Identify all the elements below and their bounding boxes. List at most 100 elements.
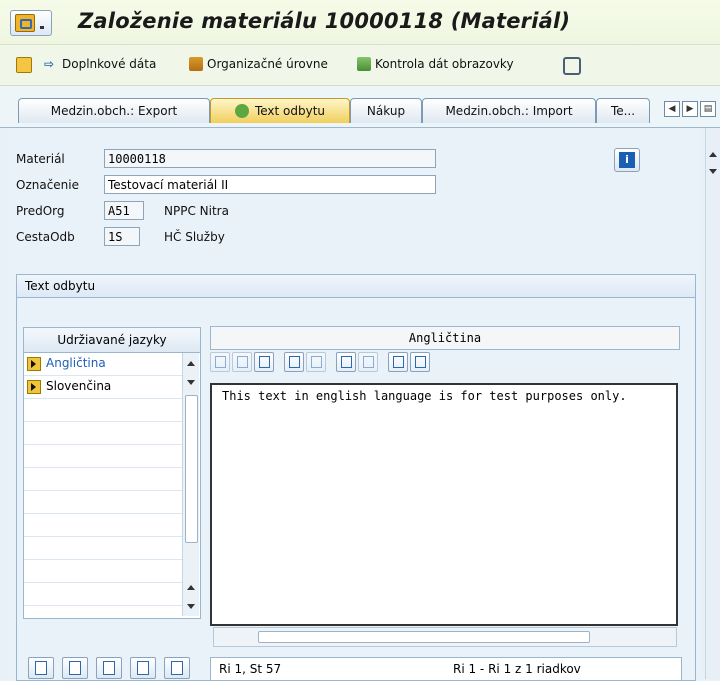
upload-icon	[393, 356, 404, 368]
binoculars-icon	[341, 356, 352, 368]
sap-menu-icon	[15, 14, 35, 32]
tab-scroll-left-icon[interactable]: ◀	[664, 101, 680, 117]
find-next-button[interactable]	[358, 352, 378, 372]
info-button[interactable]: i	[614, 148, 640, 172]
group-title: Text odbytu	[25, 279, 96, 293]
new-text-button[interactable]	[28, 657, 54, 679]
languages-scrollbar[interactable]	[182, 353, 199, 616]
scroll-up-icon[interactable]	[187, 361, 195, 366]
language-name: Slovenčina	[46, 379, 112, 393]
distr-channel-field[interactable]: 1S	[104, 227, 140, 246]
language-row-slovak[interactable]: Slovenčina	[24, 376, 182, 399]
upload-button[interactable]	[388, 352, 408, 372]
page-vertical-scrollbar[interactable]	[705, 128, 720, 679]
row-selector-icon[interactable]	[27, 357, 41, 371]
scroll-down-icon[interactable]	[709, 169, 717, 174]
additional-data-label: Doplnkové dáta	[62, 57, 157, 71]
system-menu-button[interactable]	[10, 10, 52, 36]
tab-purchasing[interactable]: Nákup	[350, 98, 422, 123]
paste-down-icon	[171, 661, 183, 675]
title-bar: Založenie materiálu 10000118 (Materiál)	[0, 0, 720, 45]
scroll-down-icon[interactable]	[187, 604, 195, 609]
edit-text-button[interactable]	[96, 657, 122, 679]
check-ok-icon	[234, 104, 249, 118]
delete-text-button[interactable]	[62, 657, 88, 679]
lock-icon	[563, 57, 581, 75]
designation-field[interactable]: Testovací materiál II	[104, 175, 436, 194]
tab-strip: Medzin.obch.: Export Text odbytu Nákup M…	[0, 86, 720, 128]
editor-status-bar: Ri 1, St 57 Ri 1 - Ri 1 z 1 riadkov	[210, 657, 682, 681]
row-selector-icon[interactable]	[27, 380, 41, 394]
tab-sales-text[interactable]: Text odbytu	[210, 98, 350, 123]
cut-button[interactable]	[210, 352, 230, 372]
tab-export[interactable]: Medzin.obch.: Export	[18, 98, 210, 123]
org-levels-label: Organizačné úrovne	[207, 57, 328, 71]
tab-list-icon[interactable]: ▤	[700, 101, 716, 117]
new-document-icon	[16, 57, 32, 73]
new-page-icon	[35, 661, 47, 675]
paste-text-button[interactable]	[164, 657, 190, 679]
editor-content: This text in english language is for tes…	[222, 389, 627, 403]
sales-org-field[interactable]: A51	[104, 201, 144, 220]
dropdown-dot	[40, 26, 44, 29]
empty-row	[24, 583, 182, 606]
check-screen-data-label: Kontrola dát obrazovky	[375, 57, 514, 71]
text-actions-toolbar	[28, 657, 190, 679]
undo-button[interactable]	[284, 352, 304, 372]
binoculars-next-icon	[363, 356, 374, 368]
copy-icon	[237, 356, 248, 368]
find-button[interactable]	[336, 352, 356, 372]
application-toolbar: ⇨ Doplnkové dáta Organizačné úrovne Kont…	[0, 45, 720, 86]
page-title: Založenie materiálu 10000118 (Materiál)	[78, 9, 571, 33]
scroll-up-icon[interactable]	[187, 585, 195, 590]
line-range: Ri 1 - Ri 1 z 1 riadkov	[453, 662, 581, 676]
language-name: Angličtina	[46, 356, 106, 370]
distr-channel-name: HČ Služby	[164, 230, 225, 244]
empty-row	[24, 468, 182, 491]
designation-label: Označenie	[16, 178, 80, 192]
check-screen-data-button[interactable]: Kontrola dát obrazovky	[357, 57, 514, 71]
tab-import-label: Medzin.obch.: Import	[445, 104, 573, 118]
paste-button[interactable]	[254, 352, 274, 372]
scroll-down-icon[interactable]	[187, 380, 195, 385]
empty-row	[24, 514, 182, 537]
org-levels-button[interactable]: Organizačné úrovne	[189, 57, 328, 71]
scroll-thumb[interactable]	[258, 631, 590, 643]
tab-more[interactable]: Te...	[596, 98, 650, 123]
empty-row	[24, 560, 182, 583]
language-row-english[interactable]: Angličtina	[24, 353, 182, 376]
org-levels-icon	[189, 57, 203, 71]
tab-scroll-right-icon[interactable]: ▶	[682, 101, 698, 117]
scroll-up-icon[interactable]	[709, 152, 717, 157]
trash-icon	[69, 661, 81, 675]
group-header: Text odbytu	[17, 275, 695, 298]
copy-text-button[interactable]	[130, 657, 156, 679]
languages-table: Udržiavané jazyky Angličtina Slovenčina	[23, 327, 201, 619]
lock-button[interactable]	[563, 57, 581, 75]
arrow-right-icon: ⇨	[44, 57, 55, 71]
separator	[380, 352, 386, 372]
redo-button[interactable]	[306, 352, 326, 372]
empty-row	[24, 422, 182, 445]
editor-language-title: Angličtina	[210, 326, 680, 350]
separator	[276, 352, 282, 372]
sales-org-name: NPPC Nitra	[164, 204, 229, 218]
sales-org-label: PredOrg	[16, 204, 65, 218]
copy-button[interactable]	[232, 352, 252, 372]
download-button[interactable]	[410, 352, 430, 372]
cursor-position: Ri 1, St 57	[219, 662, 282, 676]
tab-import[interactable]: Medzin.obch.: Import	[422, 98, 596, 123]
text-editor[interactable]: This text in english language is for tes…	[210, 383, 678, 626]
new-document-button[interactable]	[16, 57, 32, 73]
empty-row	[24, 537, 182, 560]
copy-up-icon	[137, 661, 149, 675]
tab-sales-text-label: Text odbytu	[254, 104, 326, 118]
cut-icon	[215, 356, 226, 368]
editor-horizontal-scrollbar[interactable]	[213, 627, 677, 647]
check-data-icon	[357, 57, 371, 71]
material-field[interactable]: 10000118	[104, 149, 436, 168]
scroll-thumb[interactable]	[185, 395, 198, 543]
empty-row	[24, 399, 182, 422]
additional-data-button[interactable]: ⇨ Doplnkové dáta	[44, 57, 156, 71]
separator	[328, 352, 334, 372]
